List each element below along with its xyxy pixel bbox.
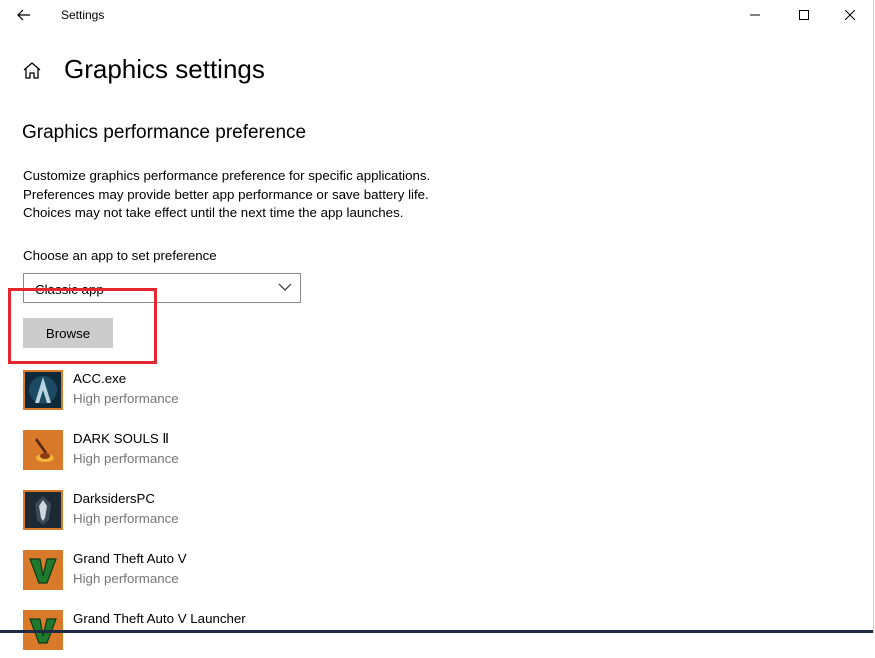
- maximize-button[interactable]: [781, 0, 827, 30]
- minimize-icon: [750, 14, 760, 16]
- close-icon: [845, 10, 855, 20]
- minimize-button[interactable]: [732, 0, 778, 30]
- back-arrow-icon: [17, 9, 30, 21]
- darksiders-icon: [23, 490, 63, 530]
- dropdown-selected-value: Classic app: [35, 282, 104, 297]
- app-name: Grand Theft Auto V: [73, 551, 187, 566]
- app-preference: High performance: [73, 451, 179, 466]
- app-preference: High performance: [73, 571, 179, 586]
- home-icon[interactable]: [21, 60, 43, 82]
- chevron-down-icon: [278, 283, 292, 291]
- app-preference: High performance: [73, 391, 179, 406]
- assassins-creed-icon: [23, 370, 63, 410]
- window-border: [873, 0, 874, 633]
- app-list-item[interactable]: Grand Theft Auto V High performance: [23, 550, 523, 598]
- page-title: Graphics settings: [64, 54, 265, 84]
- back-button[interactable]: [8, 0, 40, 30]
- app-name: DarksidersPC: [73, 491, 156, 506]
- title-bar: Settings: [0, 0, 873, 30]
- browse-button[interactable]: Browse: [23, 318, 113, 348]
- close-button[interactable]: [827, 0, 873, 30]
- app-name: Grand Theft Auto V Launcher: [73, 611, 246, 626]
- app-name: DARK SOULS Ⅱ: [73, 431, 169, 446]
- description-line: Preferences may provide better app perfo…: [23, 187, 429, 202]
- app-list-item[interactable]: DarksidersPC High performance: [23, 490, 523, 538]
- maximize-icon: [799, 10, 809, 20]
- description-line: Choices may not take effect until the ne…: [23, 205, 404, 220]
- gta-v-icon: [23, 550, 63, 590]
- section-title: Graphics performance preference: [22, 122, 307, 143]
- choose-app-label: Choose an app to set preference: [23, 248, 217, 263]
- app-type-dropdown[interactable]: Classic app: [23, 273, 301, 303]
- app-list-item[interactable]: ACC.exe High performance: [23, 370, 523, 418]
- dark-souls-icon: [23, 430, 63, 470]
- window-title: Settings: [61, 8, 105, 22]
- app-name: ACC.exe: [73, 371, 127, 386]
- app-list-item[interactable]: DARK SOULS Ⅱ High performance: [23, 430, 523, 478]
- description-line: Customize graphics performance preferenc…: [23, 168, 431, 183]
- app-list-item[interactable]: Grand Theft Auto V Launcher: [23, 610, 523, 658]
- app-preference: High performance: [73, 511, 179, 526]
